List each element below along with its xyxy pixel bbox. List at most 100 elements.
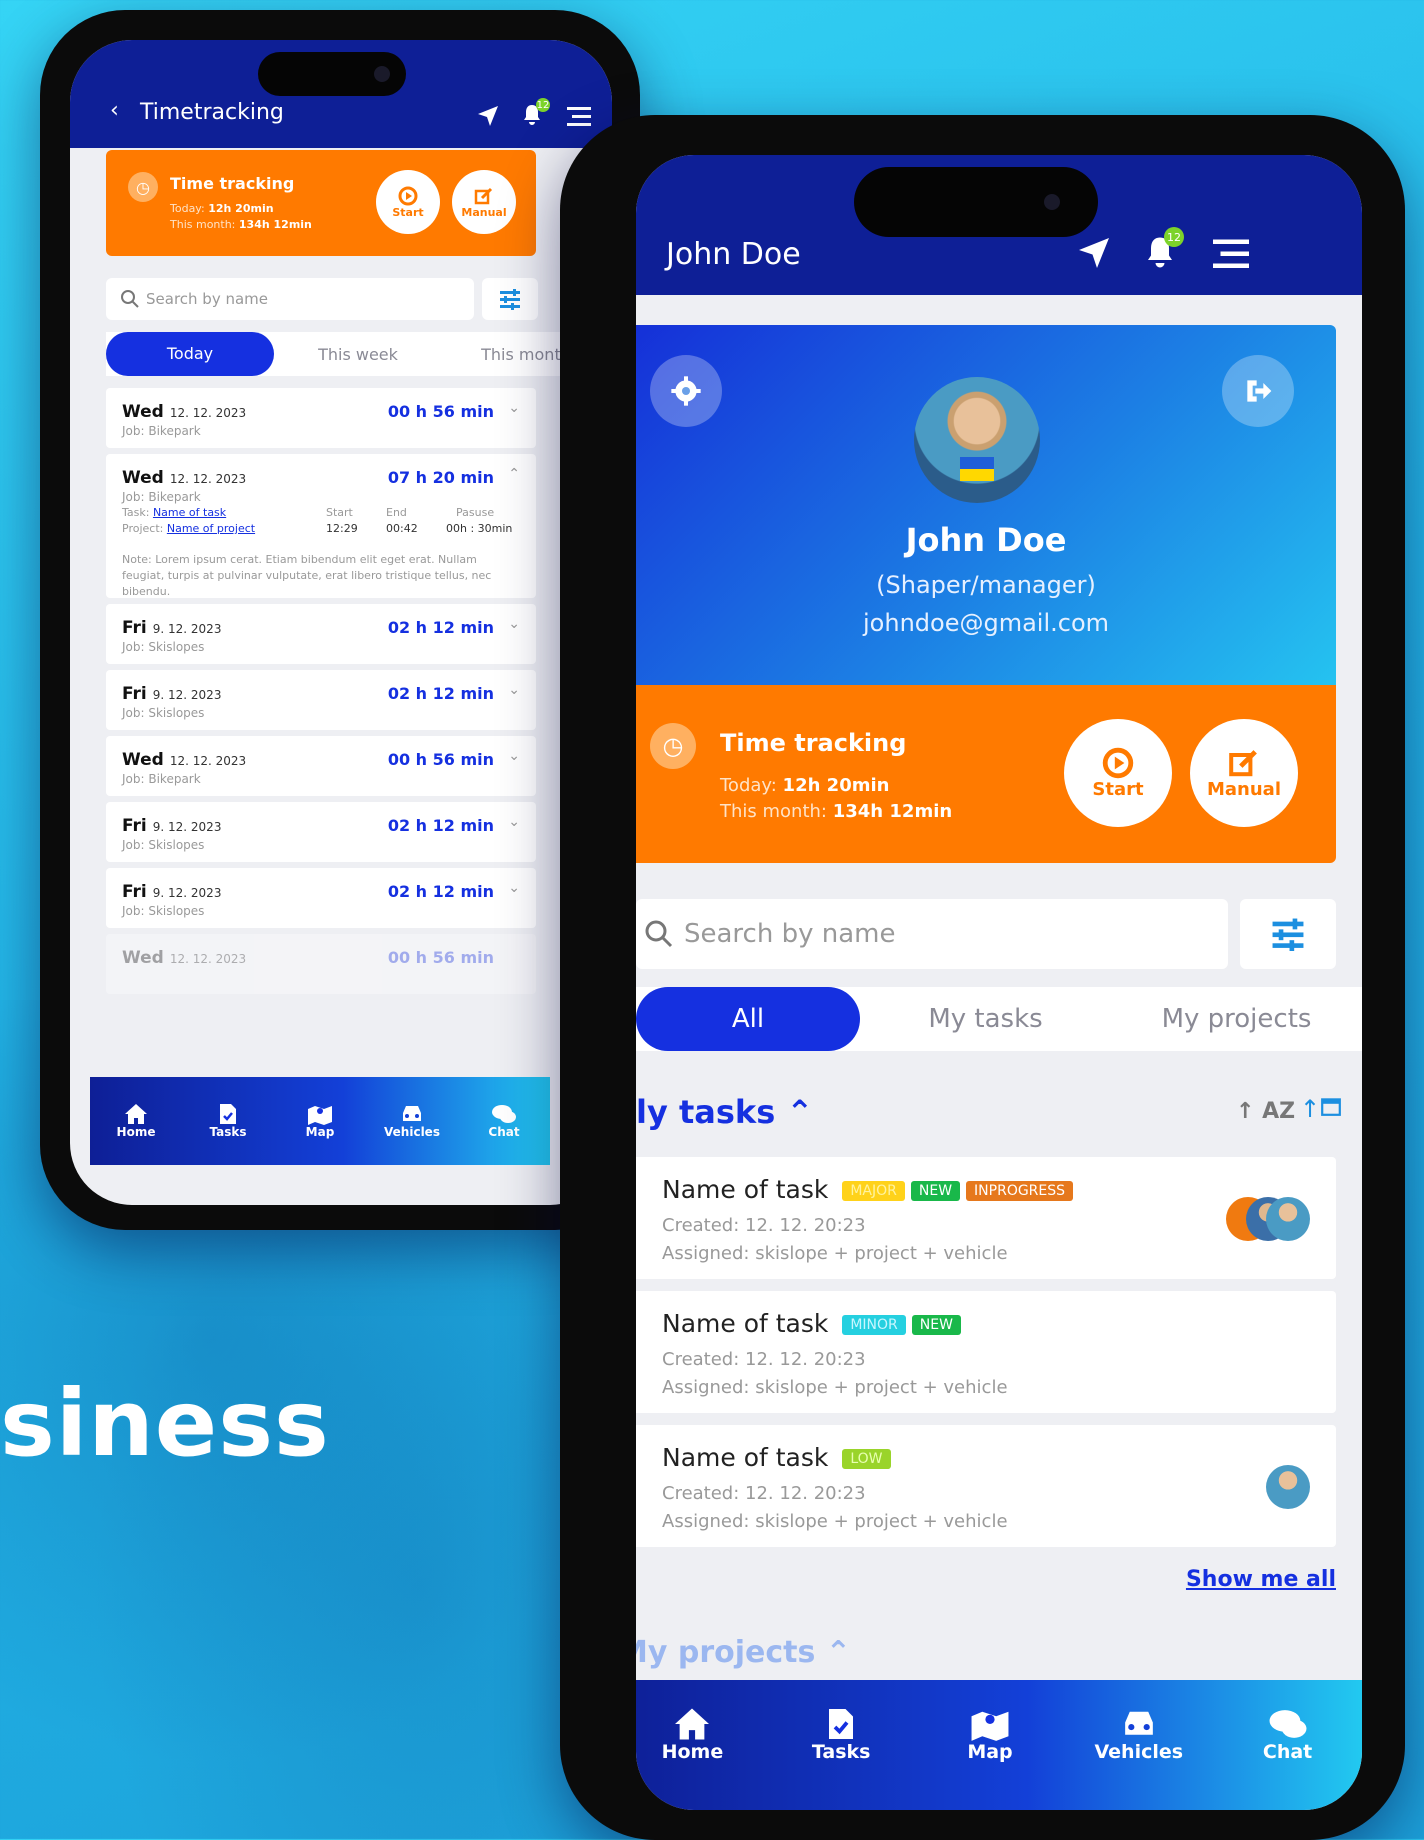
logout-button[interactable]: [1222, 355, 1294, 427]
avatar-shirt: [960, 457, 994, 481]
manual-button[interactable]: Manual: [1190, 719, 1298, 827]
tab-my-projects[interactable]: My projects: [1111, 1004, 1362, 1034]
tab-this-week[interactable]: This week: [274, 345, 442, 364]
notifications-button[interactable]: 12: [1142, 227, 1184, 273]
manual-button[interactable]: Manual: [452, 170, 516, 234]
start-label: Start: [326, 506, 353, 519]
notifications-button[interactable]: 12: [520, 98, 550, 130]
time-entry[interactable]: Fri 9. 12. 2023 Job: Skislopes 02 h 12 mi…: [106, 802, 536, 862]
show-all-link[interactable]: Show me all: [1186, 1567, 1336, 1592]
play-icon: [398, 186, 418, 205]
nav-home[interactable]: Home: [90, 1077, 182, 1165]
task-assigned: Assigned: skislope + project + vehicle: [662, 1243, 1008, 1264]
chevron-left-icon[interactable]: ‹: [110, 98, 119, 123]
start-button[interactable]: Start: [376, 170, 440, 234]
nav-chat[interactable]: Chat: [1213, 1680, 1362, 1790]
chevron-down-icon: ⌄: [508, 400, 520, 416]
map-icon: [971, 1711, 1009, 1741]
search-icon: [121, 290, 139, 308]
time-tracking-title: Time tracking: [720, 729, 907, 757]
assignee-avatar: [1266, 1197, 1310, 1241]
chevron-down-icon: ⌄: [508, 880, 520, 896]
nav-tasks[interactable]: Tasks: [182, 1077, 274, 1165]
tab-all[interactable]: All: [636, 987, 860, 1051]
clock-icon: ◷: [128, 172, 158, 202]
dynamic-island: [258, 52, 406, 96]
tag-new: NEW: [911, 1315, 961, 1335]
month-total: This month: 134h 12min: [170, 218, 312, 231]
calendar-icon: [1321, 1098, 1342, 1116]
task-link[interactable]: Name of task: [153, 506, 226, 519]
task-card[interactable]: Name of task LOW Created: 12. 12. 20:23 …: [636, 1425, 1336, 1547]
sort-date-button[interactable]: ↑: [1300, 1095, 1342, 1123]
pause-value: 00h : 30min: [446, 522, 513, 535]
logout-icon: [1247, 380, 1272, 402]
tag-major: MAJOR: [842, 1181, 905, 1201]
time-entry[interactable]: Fri 9. 12. 2023 Job: Skislopes 02 h 12 mi…: [106, 604, 536, 664]
tab-my-tasks[interactable]: My tasks: [860, 1004, 1111, 1034]
avatar[interactable]: [914, 377, 1040, 503]
search-input[interactable]: Search by name: [106, 278, 474, 320]
time-tracking-card: ◷ Time tracking Today: 12h 20min This mo…: [636, 685, 1336, 863]
chevron-down-icon: ⌄: [508, 748, 520, 764]
page-title: Timetracking: [140, 100, 284, 125]
sliders-icon: [500, 289, 520, 310]
nav-tasks[interactable]: Tasks: [767, 1680, 916, 1790]
task-tabs: All My tasks My projects: [636, 987, 1362, 1051]
tag-inprogress: INPROGRESS: [966, 1181, 1074, 1201]
time-entry[interactable]: Wed 12. 12. 2023 00 h 56 min: [106, 934, 536, 994]
nav-home[interactable]: Home: [636, 1680, 767, 1790]
start-value: 12:29: [326, 522, 358, 535]
period-tabs: Today This week This month: [106, 332, 610, 376]
tag-minor: MINOR: [842, 1315, 906, 1335]
nav-vehicles[interactable]: Vehicles: [1064, 1680, 1213, 1790]
time-entry[interactable]: Wed 12. 12. 2023 Job: Bikepark 00 h 56 mi…: [106, 736, 536, 796]
tab-today[interactable]: Today: [106, 332, 274, 376]
today-total: Today: 12h 20min: [170, 202, 274, 215]
chevron-down-icon: ⌄: [508, 814, 520, 830]
navigation-icon[interactable]: [476, 104, 500, 128]
task-row: Task: Name of task: [122, 506, 227, 519]
nav-chat[interactable]: Chat: [458, 1077, 550, 1165]
sliders-icon: [1272, 918, 1304, 951]
time-entry-expanded[interactable]: Wed 12. 12. 2023 Job: Bikepark 07 h 20 mi…: [106, 454, 536, 598]
profile-name: John Doe: [905, 521, 1067, 559]
time-entry[interactable]: Wed 12. 12. 2023 Job: Bikepark 00 h 56 mi…: [106, 388, 536, 448]
nav-vehicles[interactable]: Vehicles: [366, 1077, 458, 1165]
header-actions: 12: [476, 98, 594, 130]
chevron-up-icon: ⌃: [786, 1093, 814, 1131]
map-icon: [308, 1106, 332, 1125]
nav-map[interactable]: Map: [274, 1077, 366, 1165]
time-entry[interactable]: Fri 9. 12. 2023 Job: Skislopes 02 h 12 mi…: [106, 868, 536, 928]
task-card[interactable]: Name of task MINOR NEW Created: 12. 12. 2…: [636, 1291, 1336, 1413]
task-card[interactable]: Name of task MAJOR NEW INPROGRESS Created:…: [636, 1157, 1336, 1279]
sort-az-button[interactable]: ↑ AZ: [1236, 1099, 1295, 1124]
tag-low: LOW: [842, 1449, 891, 1469]
menu-icon[interactable]: [564, 104, 594, 128]
time-tracking-title: Time tracking: [170, 174, 295, 193]
search-input[interactable]: Search by name: [636, 899, 1228, 969]
screen-profile: John Doe 12 John Doe (Shaper/manager) jo…: [636, 155, 1362, 1810]
phone-right: John Doe 12 John Doe (Shaper/manager) jo…: [560, 115, 1405, 1840]
chat-icon: [492, 1105, 516, 1123]
profile-role: (Shaper/manager): [876, 571, 1096, 599]
section-my-tasks[interactable]: ly tasks ⌃: [636, 1093, 813, 1131]
profile-card: John Doe (Shaper/manager) johndoe@gmail.…: [636, 325, 1336, 685]
tag-new: NEW: [910, 1181, 961, 1201]
start-button[interactable]: Start: [1064, 719, 1172, 827]
settings-button[interactable]: [650, 355, 722, 427]
project-link[interactable]: Name of project: [167, 522, 255, 535]
chevron-down-icon: ⌄: [508, 616, 520, 632]
menu-icon[interactable]: [1208, 235, 1254, 271]
filter-button[interactable]: [482, 278, 538, 320]
clock-icon: ◷: [650, 723, 696, 769]
home-icon: [125, 1104, 147, 1124]
navigation-icon[interactable]: [1076, 235, 1112, 271]
section-my-projects[interactable]: My projects ⌃: [636, 1635, 851, 1670]
today-total: Today: 12h 20min: [720, 775, 890, 796]
dynamic-island: [854, 167, 1098, 237]
nav-map[interactable]: Map: [916, 1680, 1065, 1790]
filter-button[interactable]: [1240, 899, 1336, 969]
time-tracking-card: ◷ Time tracking Today: 12h 20min This mo…: [106, 150, 536, 256]
time-entry[interactable]: Fri 9. 12. 2023 Job: Skislopes 02 h 12 mi…: [106, 670, 536, 730]
